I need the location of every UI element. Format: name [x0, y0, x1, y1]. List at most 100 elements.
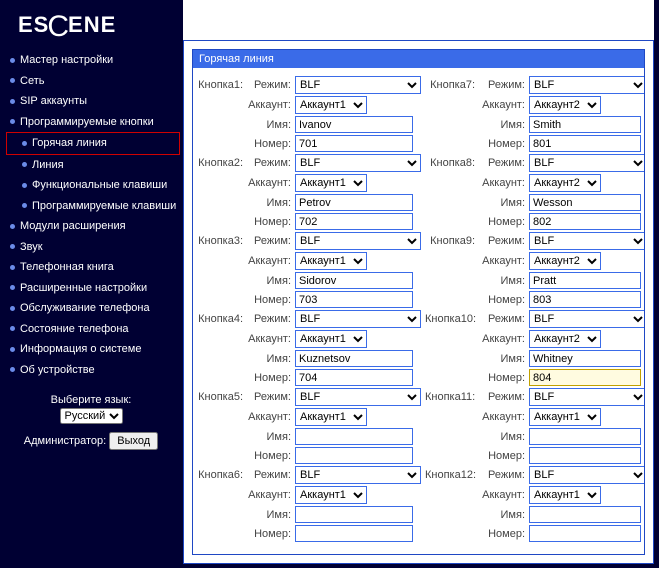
- account-select-8[interactable]: Аккаунт2: [529, 174, 601, 192]
- name-input-4[interactable]: [295, 350, 413, 367]
- number-input-8[interactable]: [529, 213, 641, 230]
- mode-label: Режим:: [479, 313, 527, 325]
- number-input-6[interactable]: [295, 525, 413, 542]
- mode-label: Режим:: [479, 157, 527, 169]
- main-panel: Горячая линия Кнопка1:Режим:BLFКнопка7:Р…: [183, 40, 654, 564]
- nav-sip[interactable]: SIP аккаунты: [6, 91, 180, 112]
- nav-network[interactable]: Сеть: [6, 71, 180, 92]
- account-select-3[interactable]: Аккаунт1: [295, 252, 367, 270]
- number-label: Номер:: [247, 528, 293, 540]
- bullet-icon: [10, 265, 15, 270]
- number-input-10[interactable]: [529, 369, 641, 386]
- name-input-8[interactable]: [529, 194, 641, 211]
- name-label: Имя:: [479, 353, 527, 365]
- number-input-3[interactable]: [295, 291, 413, 308]
- mode-select-9[interactable]: BLF: [529, 232, 644, 250]
- account-select-4[interactable]: Аккаунт1: [295, 330, 367, 348]
- mode-select-6[interactable]: BLF: [295, 466, 421, 484]
- mode-label: Режим:: [247, 391, 293, 403]
- nav-maint[interactable]: Обслуживание телефона: [6, 298, 180, 319]
- number-label: Номер:: [479, 372, 527, 384]
- bullet-icon: [10, 99, 15, 104]
- account-label: Аккаунт:: [479, 255, 527, 267]
- number-label: Номер:: [479, 138, 527, 150]
- number-input-1[interactable]: [295, 135, 413, 152]
- number-input-4[interactable]: [295, 369, 413, 386]
- account-select-5[interactable]: Аккаунт1: [295, 408, 367, 426]
- mode-label: Режим:: [479, 469, 527, 481]
- bullet-icon: [10, 224, 15, 229]
- name-input-1[interactable]: [295, 116, 413, 133]
- bullet-icon: [22, 203, 27, 208]
- bullet-icon: [10, 78, 15, 83]
- account-select-6[interactable]: Аккаунт1: [295, 486, 367, 504]
- account-select-2[interactable]: Аккаунт1: [295, 174, 367, 192]
- number-input-7[interactable]: [529, 135, 641, 152]
- nav-progkeys[interactable]: Программируемые клавиши: [6, 196, 180, 217]
- account-select-9[interactable]: Аккаунт2: [529, 252, 601, 270]
- name-input-5[interactable]: [295, 428, 413, 445]
- number-label: Номер:: [247, 138, 293, 150]
- logout-button[interactable]: Выход: [109, 432, 158, 450]
- account-label: Аккаунт:: [247, 411, 293, 423]
- nav-line[interactable]: Линия: [6, 155, 180, 176]
- account-select-7[interactable]: Аккаунт2: [529, 96, 601, 114]
- mode-select-11[interactable]: BLF: [529, 388, 644, 406]
- nav-progbtns[interactable]: Программируемые кнопки: [6, 112, 180, 133]
- name-input-12[interactable]: [529, 506, 641, 523]
- name-input-10[interactable]: [529, 350, 641, 367]
- mode-select-7[interactable]: BLF: [529, 76, 644, 94]
- page-title: Горячая линия: [193, 50, 644, 68]
- mode-label: Режим:: [479, 79, 527, 91]
- account-label: Аккаунт:: [247, 489, 293, 501]
- nav-hotline[interactable]: Горячая линия: [6, 132, 180, 155]
- nav-sysinfo[interactable]: Информация о системе: [6, 339, 180, 360]
- button-config-grid: Кнопка1:Режим:BLFКнопка7:Режим:BLFАккаун…: [197, 76, 640, 542]
- name-input-7[interactable]: [529, 116, 641, 133]
- account-select-1[interactable]: Аккаунт1: [295, 96, 367, 114]
- admin-block: Администратор: Выход: [0, 432, 182, 450]
- mode-label: Режим:: [247, 469, 293, 481]
- name-label: Имя:: [247, 431, 293, 443]
- nav-status[interactable]: Состояние телефона: [6, 319, 180, 340]
- button-label: Кнопка4:: [197, 313, 245, 325]
- name-input-11[interactable]: [529, 428, 641, 445]
- nav-phonebook[interactable]: Телефонная книга: [6, 257, 180, 278]
- nav-sound[interactable]: Звук: [6, 237, 180, 258]
- button-label: Кнопка6:: [197, 469, 245, 481]
- nav-about[interactable]: Об устройстве: [6, 360, 180, 381]
- mode-select-2[interactable]: BLF: [295, 154, 421, 172]
- name-input-6[interactable]: [295, 506, 413, 523]
- account-select-11[interactable]: Аккаунт1: [529, 408, 601, 426]
- bullet-icon: [22, 141, 27, 146]
- mode-select-1[interactable]: BLF: [295, 76, 421, 94]
- mode-select-4[interactable]: BLF: [295, 310, 421, 328]
- name-input-2[interactable]: [295, 194, 413, 211]
- button-label: Кнопка2:: [197, 157, 245, 169]
- number-input-12[interactable]: [529, 525, 641, 542]
- bullet-icon: [22, 183, 27, 188]
- mode-label: Режим:: [247, 313, 293, 325]
- number-input-5[interactable]: [295, 447, 413, 464]
- name-input-3[interactable]: [295, 272, 413, 289]
- mode-select-12[interactable]: BLF: [529, 466, 644, 484]
- mode-select-3[interactable]: BLF: [295, 232, 421, 250]
- account-label: Аккаунт:: [247, 99, 293, 111]
- name-input-9[interactable]: [529, 272, 641, 289]
- number-input-11[interactable]: [529, 447, 641, 464]
- nav-master[interactable]: Мастер настройки: [6, 50, 180, 71]
- nav-extmods[interactable]: Модули расширения: [6, 216, 180, 237]
- account-select-12[interactable]: Аккаунт1: [529, 486, 601, 504]
- name-label: Имя:: [247, 197, 293, 209]
- bullet-icon: [10, 119, 15, 124]
- account-select-10[interactable]: Аккаунт2: [529, 330, 601, 348]
- account-label: Аккаунт:: [479, 489, 527, 501]
- number-input-2[interactable]: [295, 213, 413, 230]
- mode-select-5[interactable]: BLF: [295, 388, 421, 406]
- nav-funckeys[interactable]: Функциональные клавиши: [6, 175, 180, 196]
- nav-advanced[interactable]: Расширенные настройки: [6, 278, 180, 299]
- mode-select-10[interactable]: BLF: [529, 310, 644, 328]
- mode-select-8[interactable]: BLF: [529, 154, 644, 172]
- number-input-9[interactable]: [529, 291, 641, 308]
- language-select[interactable]: Русский: [60, 408, 123, 424]
